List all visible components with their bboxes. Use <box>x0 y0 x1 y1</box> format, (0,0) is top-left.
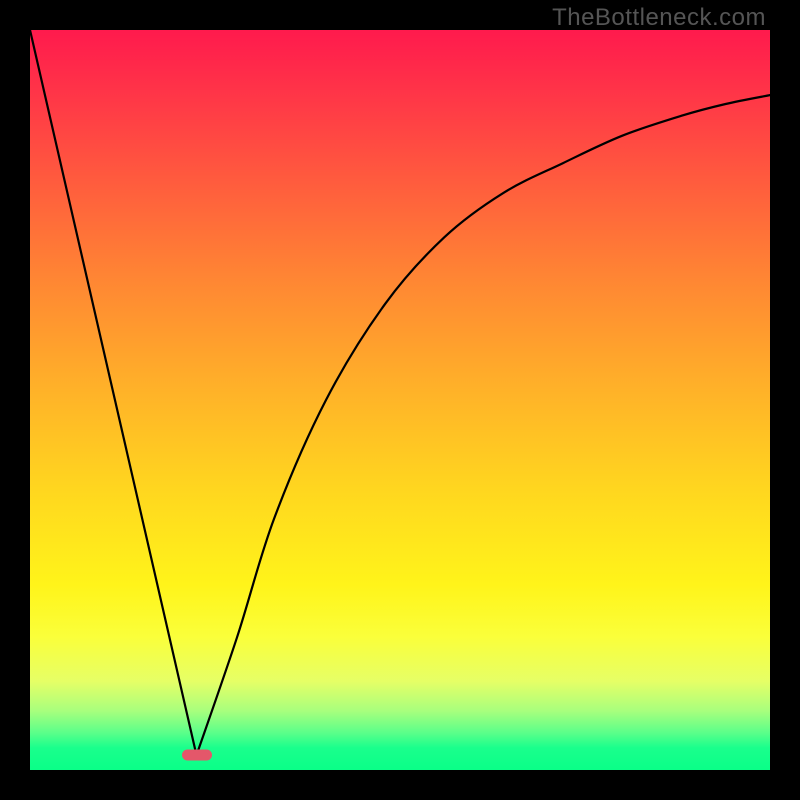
minimum-marker <box>182 750 212 761</box>
curve-right-curve <box>197 95 771 755</box>
chart-container: TheBottleneck.com <box>0 0 800 800</box>
curve-left-line <box>30 30 197 755</box>
curve-svg <box>30 30 770 770</box>
plot-area <box>30 30 770 770</box>
watermark-text: TheBottleneck.com <box>552 4 766 32</box>
